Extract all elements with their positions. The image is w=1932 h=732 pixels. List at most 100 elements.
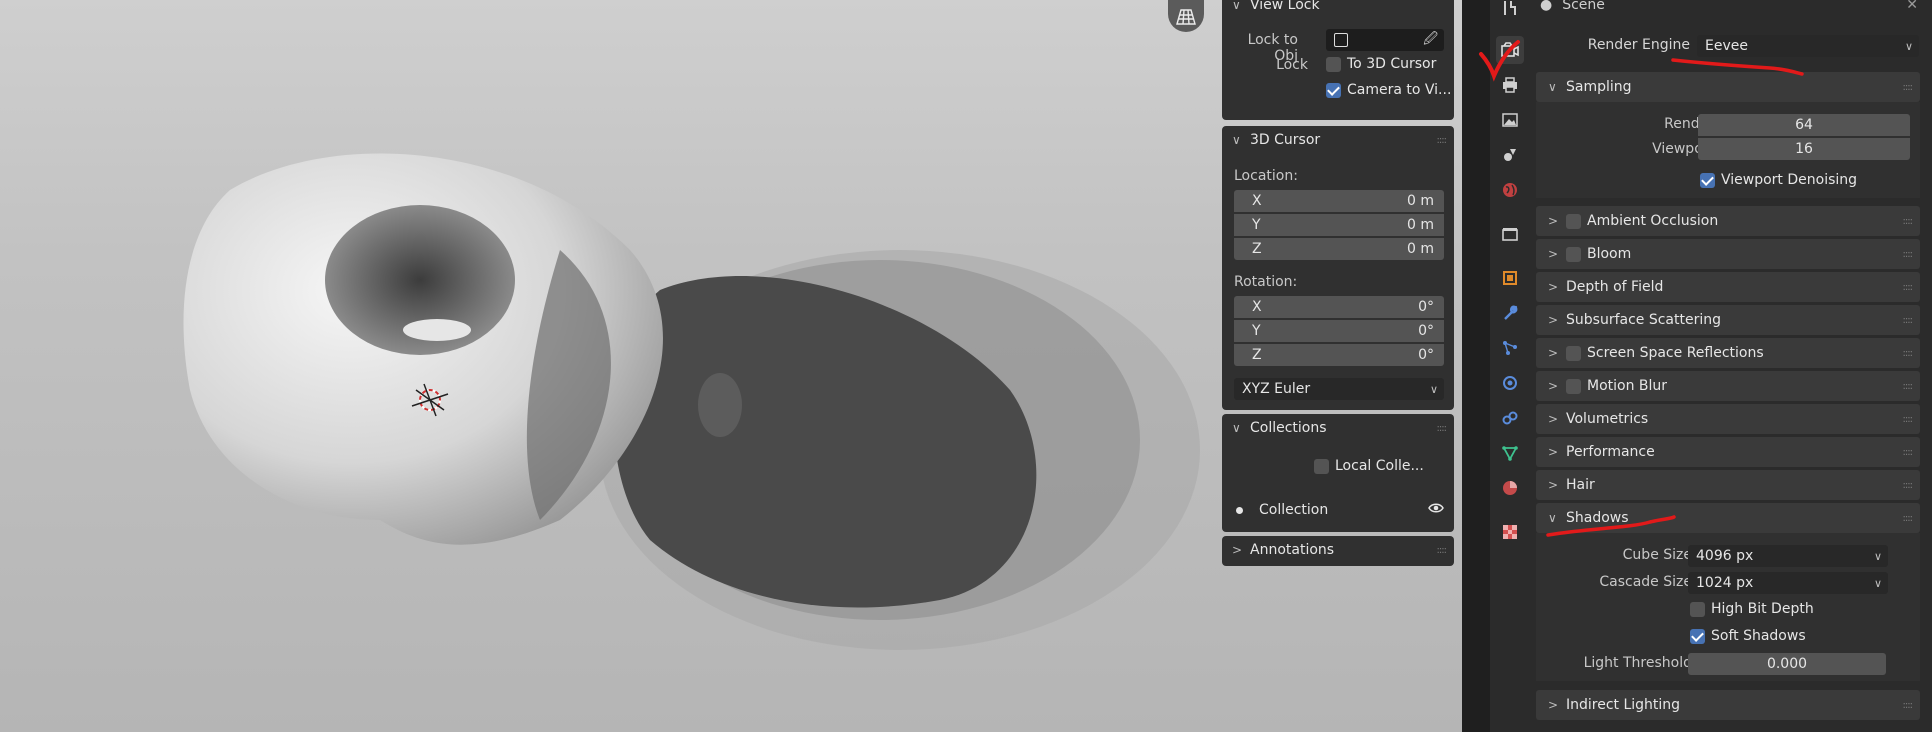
- chevron-down-icon: ∨: [1232, 133, 1241, 147]
- tab-world[interactable]: [1496, 176, 1524, 204]
- rotation-y-field[interactable]: Y 0°: [1234, 320, 1444, 342]
- physics-icon: [1503, 376, 1517, 390]
- location-label: Location:: [1234, 168, 1298, 184]
- lock-to-object-field[interactable]: 🖉: [1326, 29, 1444, 51]
- drag-handle-icon[interactable]: ::::: [1903, 414, 1914, 425]
- eyedropper-icon[interactable]: 🖉: [1423, 28, 1438, 52]
- performance-panel[interactable]: > Performance::::: [1536, 437, 1920, 467]
- tab-output[interactable]: [1496, 71, 1524, 99]
- area-divider[interactable]: [1462, 0, 1490, 732]
- indirect-lighting-panel[interactable]: > Indirect Lighting::::: [1536, 690, 1920, 720]
- rotation-x-field[interactable]: X 0°: [1234, 296, 1444, 318]
- collection-box-icon: [1502, 228, 1518, 241]
- sampling-panel-header[interactable]: ∨ Sampling ::::: [1536, 72, 1920, 102]
- value: 0 m: [1407, 193, 1434, 209]
- lock-label: Lock: [1276, 57, 1308, 73]
- drag-handle-icon[interactable]: ::::: [1903, 348, 1914, 359]
- drag-handle-icon[interactable]: ::::: [1903, 700, 1914, 711]
- drag-handle-icon[interactable]: ::::: [1903, 216, 1914, 227]
- checkbox-icon[interactable]: [1566, 213, 1581, 229]
- rotation-z-field[interactable]: Z 0°: [1234, 344, 1444, 366]
- tab-scene[interactable]: [1496, 141, 1524, 169]
- cascade-size-dropdown[interactable]: 1024 px ∨: [1688, 572, 1888, 594]
- render-engine-dropdown[interactable]: Eevee ∨: [1697, 35, 1919, 57]
- drag-handle-icon[interactable]: ::::: [1437, 135, 1448, 146]
- pin-icon[interactable]: ✕: [1906, 0, 1918, 13]
- viewport-denoising-checkbox[interactable]: Viewport Denoising: [1700, 172, 1857, 188]
- annotations-panel[interactable]: > Annotations ::::: [1222, 536, 1454, 566]
- location-y-field[interactable]: Y 0 m: [1234, 214, 1444, 236]
- checkbox-icon[interactable]: [1566, 246, 1581, 262]
- drag-handle-icon[interactable]: ::::: [1437, 423, 1448, 434]
- eye-icon[interactable]: [1428, 502, 1444, 518]
- tab-constraints[interactable]: [1496, 404, 1524, 432]
- drag-handle-icon[interactable]: ::::: [1903, 315, 1914, 326]
- ambient-occlusion-panel[interactable]: > Ambient Occlusion::::: [1536, 206, 1920, 236]
- tab-collection[interactable]: [1496, 220, 1524, 248]
- chevron-right-icon: >: [1548, 346, 1559, 360]
- viewport-samples-field[interactable]: 16: [1698, 138, 1910, 160]
- axis-label: Y: [1252, 217, 1261, 233]
- tab-particles[interactable]: [1496, 334, 1524, 362]
- tab-modifiers[interactable]: [1496, 299, 1524, 327]
- location-x-field[interactable]: X 0 m: [1234, 190, 1444, 212]
- tab-texture[interactable]: [1496, 518, 1524, 546]
- value: 0°: [1418, 323, 1434, 339]
- drag-handle-icon[interactable]: ::::: [1903, 381, 1914, 392]
- shadows-panel-header[interactable]: ∨ Shadows::::: [1536, 503, 1920, 533]
- to-3d-cursor-checkbox[interactable]: To 3D Cursor: [1326, 56, 1436, 72]
- local-collections-label: Local Colle...: [1335, 458, 1424, 474]
- drag-handle-icon[interactable]: ::::: [1903, 82, 1914, 93]
- tab-material[interactable]: [1496, 474, 1524, 502]
- tab-tool[interactable]: [1496, 0, 1524, 22]
- panel-title: Bloom: [1587, 246, 1632, 262]
- bloom-panel[interactable]: > Bloom::::: [1536, 239, 1920, 269]
- drag-handle-icon[interactable]: ::::: [1437, 545, 1448, 556]
- chevron-down-icon: ∨: [1548, 80, 1557, 94]
- volumetrics-panel[interactable]: > Volumetrics::::: [1536, 404, 1920, 434]
- drag-handle-icon[interactable]: ::::: [1903, 282, 1914, 293]
- annotations-header[interactable]: > Annotations ::::: [1222, 536, 1454, 564]
- depth-of-field-panel[interactable]: > Depth of Field::::: [1536, 272, 1920, 302]
- location-z-field[interactable]: Z 0 m: [1234, 238, 1444, 260]
- tab-physics[interactable]: [1496, 369, 1524, 397]
- camera-to-view-checkbox[interactable]: Camera to Vi...: [1326, 82, 1451, 98]
- screen-space-reflections-panel[interactable]: > Screen Space Reflections::::: [1536, 338, 1920, 368]
- local-collections-checkbox[interactable]: Local Colle...: [1314, 458, 1424, 474]
- checkbox-icon: [1314, 458, 1329, 474]
- collections-title: Collections: [1250, 420, 1327, 436]
- tab-render[interactable]: [1496, 36, 1524, 64]
- panel-title: Ambient Occlusion: [1587, 213, 1719, 229]
- checkbox-icon[interactable]: [1566, 345, 1581, 361]
- object-square-icon: [1503, 271, 1517, 285]
- annotations-title: Annotations: [1250, 542, 1335, 558]
- cube-size-dropdown[interactable]: 4096 px ∨: [1688, 545, 1888, 567]
- high-bit-depth-checkbox[interactable]: High Bit Depth: [1690, 601, 1814, 617]
- render-samples-field[interactable]: 64: [1698, 114, 1910, 136]
- rotation-mode-dropdown[interactable]: XYZ Euler ∨: [1234, 378, 1444, 400]
- drag-handle-icon[interactable]: ::::: [1903, 513, 1914, 524]
- light-threshold-field[interactable]: 0.000: [1688, 653, 1886, 675]
- 3d-cursor-header[interactable]: ∨ 3D Cursor ::::: [1222, 126, 1454, 154]
- rotation-mode-value: XYZ Euler: [1242, 381, 1311, 397]
- drag-handle-icon[interactable]: ::::: [1903, 447, 1914, 458]
- subsurface-scattering-panel[interactable]: > Subsurface Scattering::::: [1536, 305, 1920, 335]
- checkbox-checked-icon: [1326, 82, 1341, 98]
- wrench-icon: [1504, 305, 1518, 320]
- chevron-right-icon: >: [1548, 698, 1559, 712]
- world-icon: [1503, 183, 1517, 197]
- collection-list-item[interactable]: Collection: [1236, 502, 1444, 518]
- light-threshold-label: Light Threshold: [1583, 655, 1692, 671]
- tab-object[interactable]: [1496, 264, 1524, 292]
- axis-label: X: [1252, 193, 1262, 209]
- view-lock-header[interactable]: ∨ View Lock: [1222, 0, 1454, 14]
- drag-handle-icon[interactable]: ::::: [1903, 480, 1914, 491]
- drag-handle-icon[interactable]: ::::: [1903, 249, 1914, 260]
- tab-view-layer[interactable]: [1496, 106, 1524, 134]
- collections-header[interactable]: ∨ Collections ::::: [1222, 414, 1454, 442]
- soft-shadows-checkbox[interactable]: Soft Shadows: [1690, 628, 1806, 644]
- motion-blur-panel[interactable]: > Motion Blur::::: [1536, 371, 1920, 401]
- hair-panel[interactable]: > Hair::::: [1536, 470, 1920, 500]
- tab-data[interactable]: [1496, 439, 1524, 467]
- checkbox-icon[interactable]: [1566, 378, 1581, 394]
